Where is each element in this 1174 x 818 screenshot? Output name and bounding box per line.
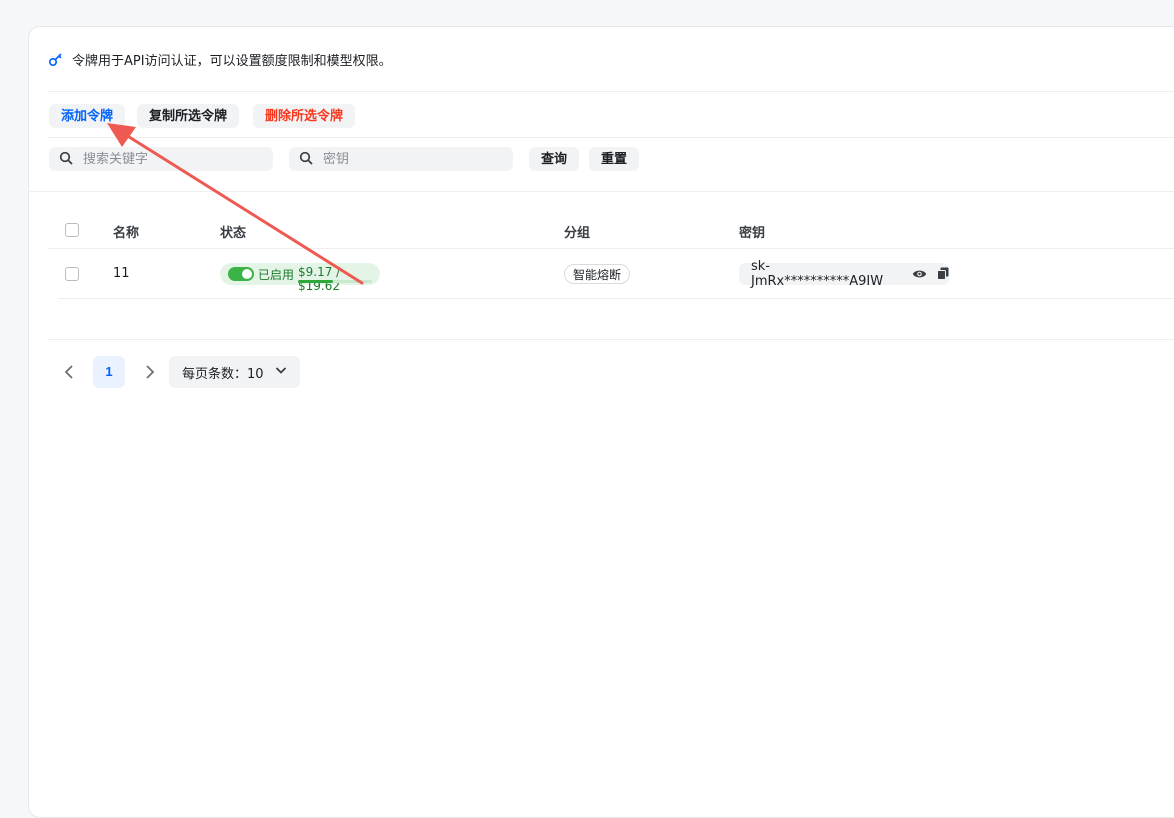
group-badge: 智能熔断 xyxy=(564,264,631,284)
status-badge: 已启用 $9.17 / $19.62 xyxy=(220,263,380,293)
table-row-divider xyxy=(58,298,1174,299)
column-header-group: 分组 xyxy=(564,226,591,241)
copy-selected-tokens-button[interactable]: 复制所选令牌 xyxy=(137,104,240,128)
key-text: sk-JmRx**********A9IW xyxy=(751,259,884,289)
key-search-box[interactable] xyxy=(289,147,513,171)
column-header-key: 密钥 xyxy=(739,226,766,241)
page-size-label: 每页条数：10 xyxy=(182,366,264,382)
search-icon xyxy=(59,150,73,169)
status-label: 已启用 xyxy=(258,268,295,282)
query-button[interactable]: 查询 xyxy=(529,147,580,171)
token-name: 11 xyxy=(113,266,130,281)
intro-banner: 令牌用于API访问认证，可以设置额度限制和模型权限。 xyxy=(48,50,392,69)
eye-icon[interactable] xyxy=(912,265,927,284)
table-header-divider xyxy=(48,248,1174,249)
key-icon xyxy=(48,51,64,67)
keyword-search-box[interactable] xyxy=(49,147,273,171)
divider xyxy=(48,137,1174,138)
tokens-card xyxy=(28,26,1174,818)
divider xyxy=(48,339,1174,340)
intro-text: 令牌用于API访问认证，可以设置额度限制和模型权限。 xyxy=(72,53,392,69)
reset-button[interactable]: 重置 xyxy=(589,147,640,171)
page-size-select[interactable]: 每页条数：10 xyxy=(169,356,300,388)
column-header-status: 状态 xyxy=(220,226,247,241)
row-select-checkbox[interactable] xyxy=(65,267,79,281)
key-badge: sk-JmRx**********A9IW xyxy=(739,259,949,289)
copy-icon[interactable] xyxy=(937,265,949,284)
chevron-right-icon[interactable] xyxy=(139,362,159,382)
keyword-search-input[interactable] xyxy=(81,150,265,168)
status-toggle[interactable] xyxy=(228,267,254,281)
quota-progress-fill xyxy=(298,280,333,283)
select-all-checkbox[interactable] xyxy=(65,223,79,237)
chevron-down-icon xyxy=(264,363,288,381)
add-token-button[interactable]: 添加令牌 xyxy=(49,104,126,128)
key-search-input[interactable] xyxy=(321,150,505,168)
divider xyxy=(48,91,1174,92)
search-icon xyxy=(299,150,313,169)
delete-selected-tokens-button[interactable]: 删除所选令牌 xyxy=(253,104,356,128)
quota-progress-bar xyxy=(298,280,372,283)
chevron-left-icon[interactable] xyxy=(60,362,80,382)
page-button-current[interactable]: 1 xyxy=(93,356,125,388)
quota-text: $9.17 / $19.62 xyxy=(298,265,341,293)
divider xyxy=(28,191,1174,192)
column-header-name: 名称 xyxy=(113,226,140,241)
